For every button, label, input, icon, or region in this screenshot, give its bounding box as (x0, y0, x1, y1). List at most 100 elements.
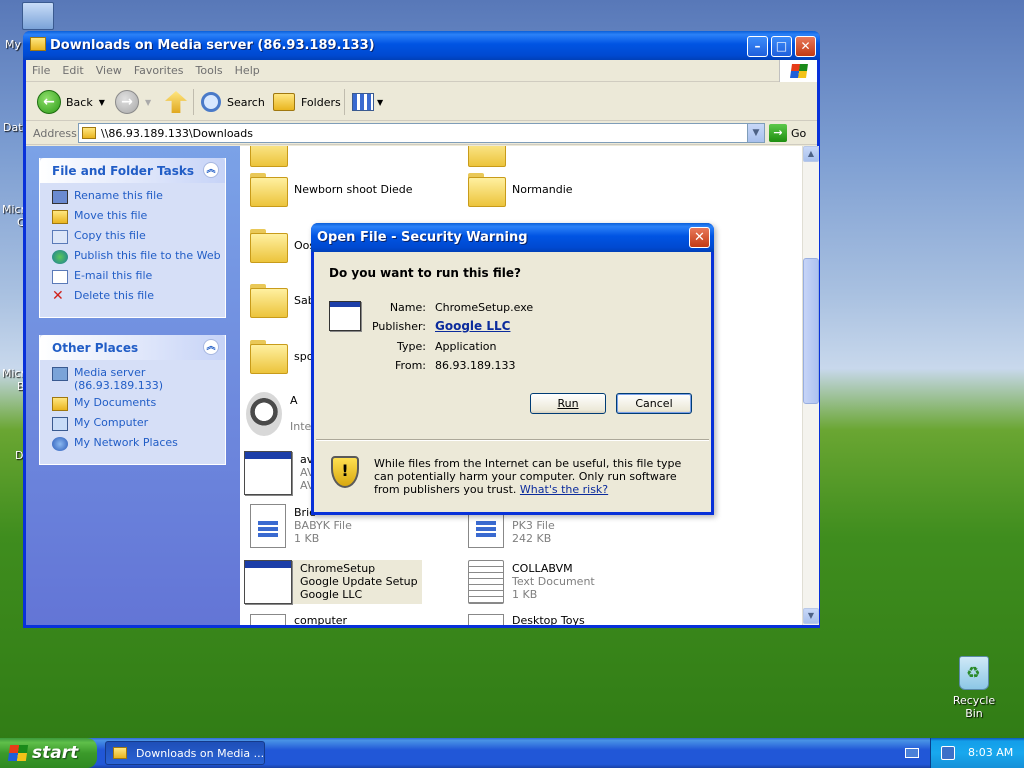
security-warning-dialog: Open File - Security Warning ✕ Do you wa… (311, 223, 714, 515)
delete-x-icon: ✕ (52, 288, 64, 304)
file-item[interactable] (468, 146, 506, 167)
place-label: My Network Places (74, 436, 178, 449)
envelope-icon (52, 270, 68, 284)
file-item[interactable]: A Inte (246, 392, 311, 436)
keyboard-icon[interactable] (905, 748, 919, 758)
cancel-button[interactable]: Cancel (616, 393, 692, 414)
file-item[interactable]: Normandie (468, 173, 573, 207)
go-label: Go (791, 126, 807, 140)
file-item[interactable]: COLLABVM Text Document 1 KB (468, 560, 595, 604)
generic-file-icon (250, 614, 286, 625)
network-computer-icon (52, 367, 68, 381)
file-item[interactable] (250, 146, 288, 167)
tasks-pane: File and Folder Tasks ︽ Rename this file… (26, 146, 240, 625)
whats-the-risk-link[interactable]: What's the risk? (520, 483, 608, 496)
dialog-title-bar[interactable]: Open File - Security Warning ✕ (311, 223, 714, 252)
folder-icon (30, 37, 46, 51)
chevron-down-icon[interactable]: ▼ (747, 124, 764, 142)
task-move[interactable]: Move this file (52, 209, 225, 229)
file-desc: Google Update Setup (300, 575, 418, 588)
task-publish[interactable]: Publish this file to the Web (52, 249, 225, 269)
dialog-title: Open File - Security Warning (317, 230, 528, 245)
place-media-server[interactable]: Media server (86.93.189.133) (52, 366, 225, 396)
recycle-bin-label: Recycle Bin (952, 694, 996, 720)
desktop-label[interactable]: My (5, 38, 21, 51)
menu-favorites[interactable]: Favorites (128, 60, 190, 81)
clock[interactable]: 8:03 AM (968, 746, 1013, 759)
publisher-link[interactable]: Google LLC (435, 319, 510, 333)
text-document-icon (468, 560, 504, 604)
file-item-selected[interactable]: ChromeSetup Google Update Setup Google LLC (244, 560, 422, 604)
file-item[interactable]: Sab (250, 284, 315, 318)
explorer-title-bar[interactable]: Downloads on Media server (86.93.189.133… (23, 31, 820, 60)
chevron-down-icon[interactable]: ▼ (99, 98, 105, 107)
address-input[interactable]: \\86.93.189.133\Downloads ▼ (78, 123, 765, 143)
task-delete[interactable]: ✕ Delete this file (52, 289, 225, 309)
vertical-scrollbar[interactable]: ▲ ▼ (802, 146, 819, 625)
my-computer-desktop-icon[interactable] (22, 2, 54, 30)
back-arrow-icon: ← (37, 90, 61, 114)
task-email[interactable]: E-mail this file (52, 269, 225, 289)
scroll-down-arrow-icon[interactable]: ▼ (803, 608, 819, 624)
network-tray-icon[interactable] (941, 746, 955, 760)
go-button[interactable]: → Go (769, 124, 806, 142)
back-button[interactable]: ← Back ▼ (37, 89, 105, 115)
address-bar: Address \\86.93.189.133\Downloads ▼ → Go (26, 122, 817, 145)
chevron-down-icon[interactable]: ▼ (145, 98, 151, 107)
panel-header[interactable]: File and Folder Tasks ︽ (40, 158, 225, 183)
taskbar-window-button[interactable]: Downloads on Media ... (105, 741, 265, 765)
file-item[interactable]: spo (250, 340, 313, 374)
forward-button[interactable]: → ▼ (115, 89, 151, 115)
file-company: Google LLC (300, 588, 363, 601)
run-button[interactable]: Run (530, 393, 606, 414)
go-arrow-icon: → (769, 124, 787, 142)
maximize-button[interactable]: □ (771, 36, 792, 57)
divider (316, 439, 709, 441)
generic-file-icon (468, 614, 504, 625)
file-item[interactable]: Desktop Toys (468, 614, 585, 625)
menu-edit[interactable]: Edit (56, 60, 89, 81)
menu-view[interactable]: View (90, 60, 128, 81)
views-button[interactable]: ▼ (352, 89, 383, 115)
menu-help[interactable]: Help (229, 60, 266, 81)
menu-tools[interactable]: Tools (190, 60, 229, 81)
place-my-documents[interactable]: My Documents (52, 396, 225, 416)
file-type: BABYK File (294, 519, 352, 532)
dialog-close-button[interactable]: ✕ (689, 227, 710, 248)
minimize-button[interactable]: – (747, 36, 768, 57)
recycle-bin-desktop-item[interactable]: Recycle Bin (944, 656, 1004, 720)
file-folder-tasks-panel: File and Folder Tasks ︽ Rename this file… (39, 158, 226, 318)
scroll-up-arrow-icon[interactable]: ▲ (803, 146, 819, 162)
address-label: Address (33, 127, 77, 140)
start-button[interactable]: start (0, 738, 97, 768)
folder-icon (468, 146, 506, 167)
file-sub: Inte (290, 420, 312, 433)
task-copy[interactable]: Copy this file (52, 229, 225, 249)
collapse-chevron-icon[interactable]: ︽ (203, 162, 219, 178)
task-label: Delete this file (74, 289, 154, 302)
up-folder-button[interactable] (165, 89, 187, 115)
file-item[interactable]: Newborn shoot Diede (250, 173, 413, 207)
place-label: Media server (74, 366, 146, 379)
file-item[interactable]: computer (250, 614, 347, 625)
panel-header[interactable]: Other Places ︽ (40, 335, 225, 360)
file-item[interactable]: Oos (250, 229, 315, 263)
menu-file[interactable]: File (26, 60, 56, 81)
place-my-computer[interactable]: My Computer (52, 416, 225, 436)
place-my-network[interactable]: My Network Places (52, 436, 225, 456)
dialog-question: Do you want to run this file? (329, 266, 521, 280)
scroll-thumb[interactable] (803, 258, 819, 404)
search-button[interactable]: Search (201, 89, 265, 115)
folders-button[interactable]: Folders (273, 89, 341, 115)
warning-shield-icon: ! (331, 456, 359, 488)
file-size: 1 KB (512, 588, 538, 601)
start-label: start (32, 743, 79, 763)
taskbar: start Downloads on Media ... 8:03 AM (0, 738, 1024, 768)
task-rename[interactable]: Rename this file (52, 189, 225, 209)
collapse-chevron-icon[interactable]: ︽ (203, 339, 219, 355)
chevron-down-icon: ▼ (377, 97, 384, 107)
desktop-label[interactable]: Dat (3, 121, 23, 134)
close-button[interactable]: ✕ (795, 36, 816, 57)
folders-icon (273, 93, 295, 111)
panel-title: File and Folder Tasks (52, 164, 195, 178)
